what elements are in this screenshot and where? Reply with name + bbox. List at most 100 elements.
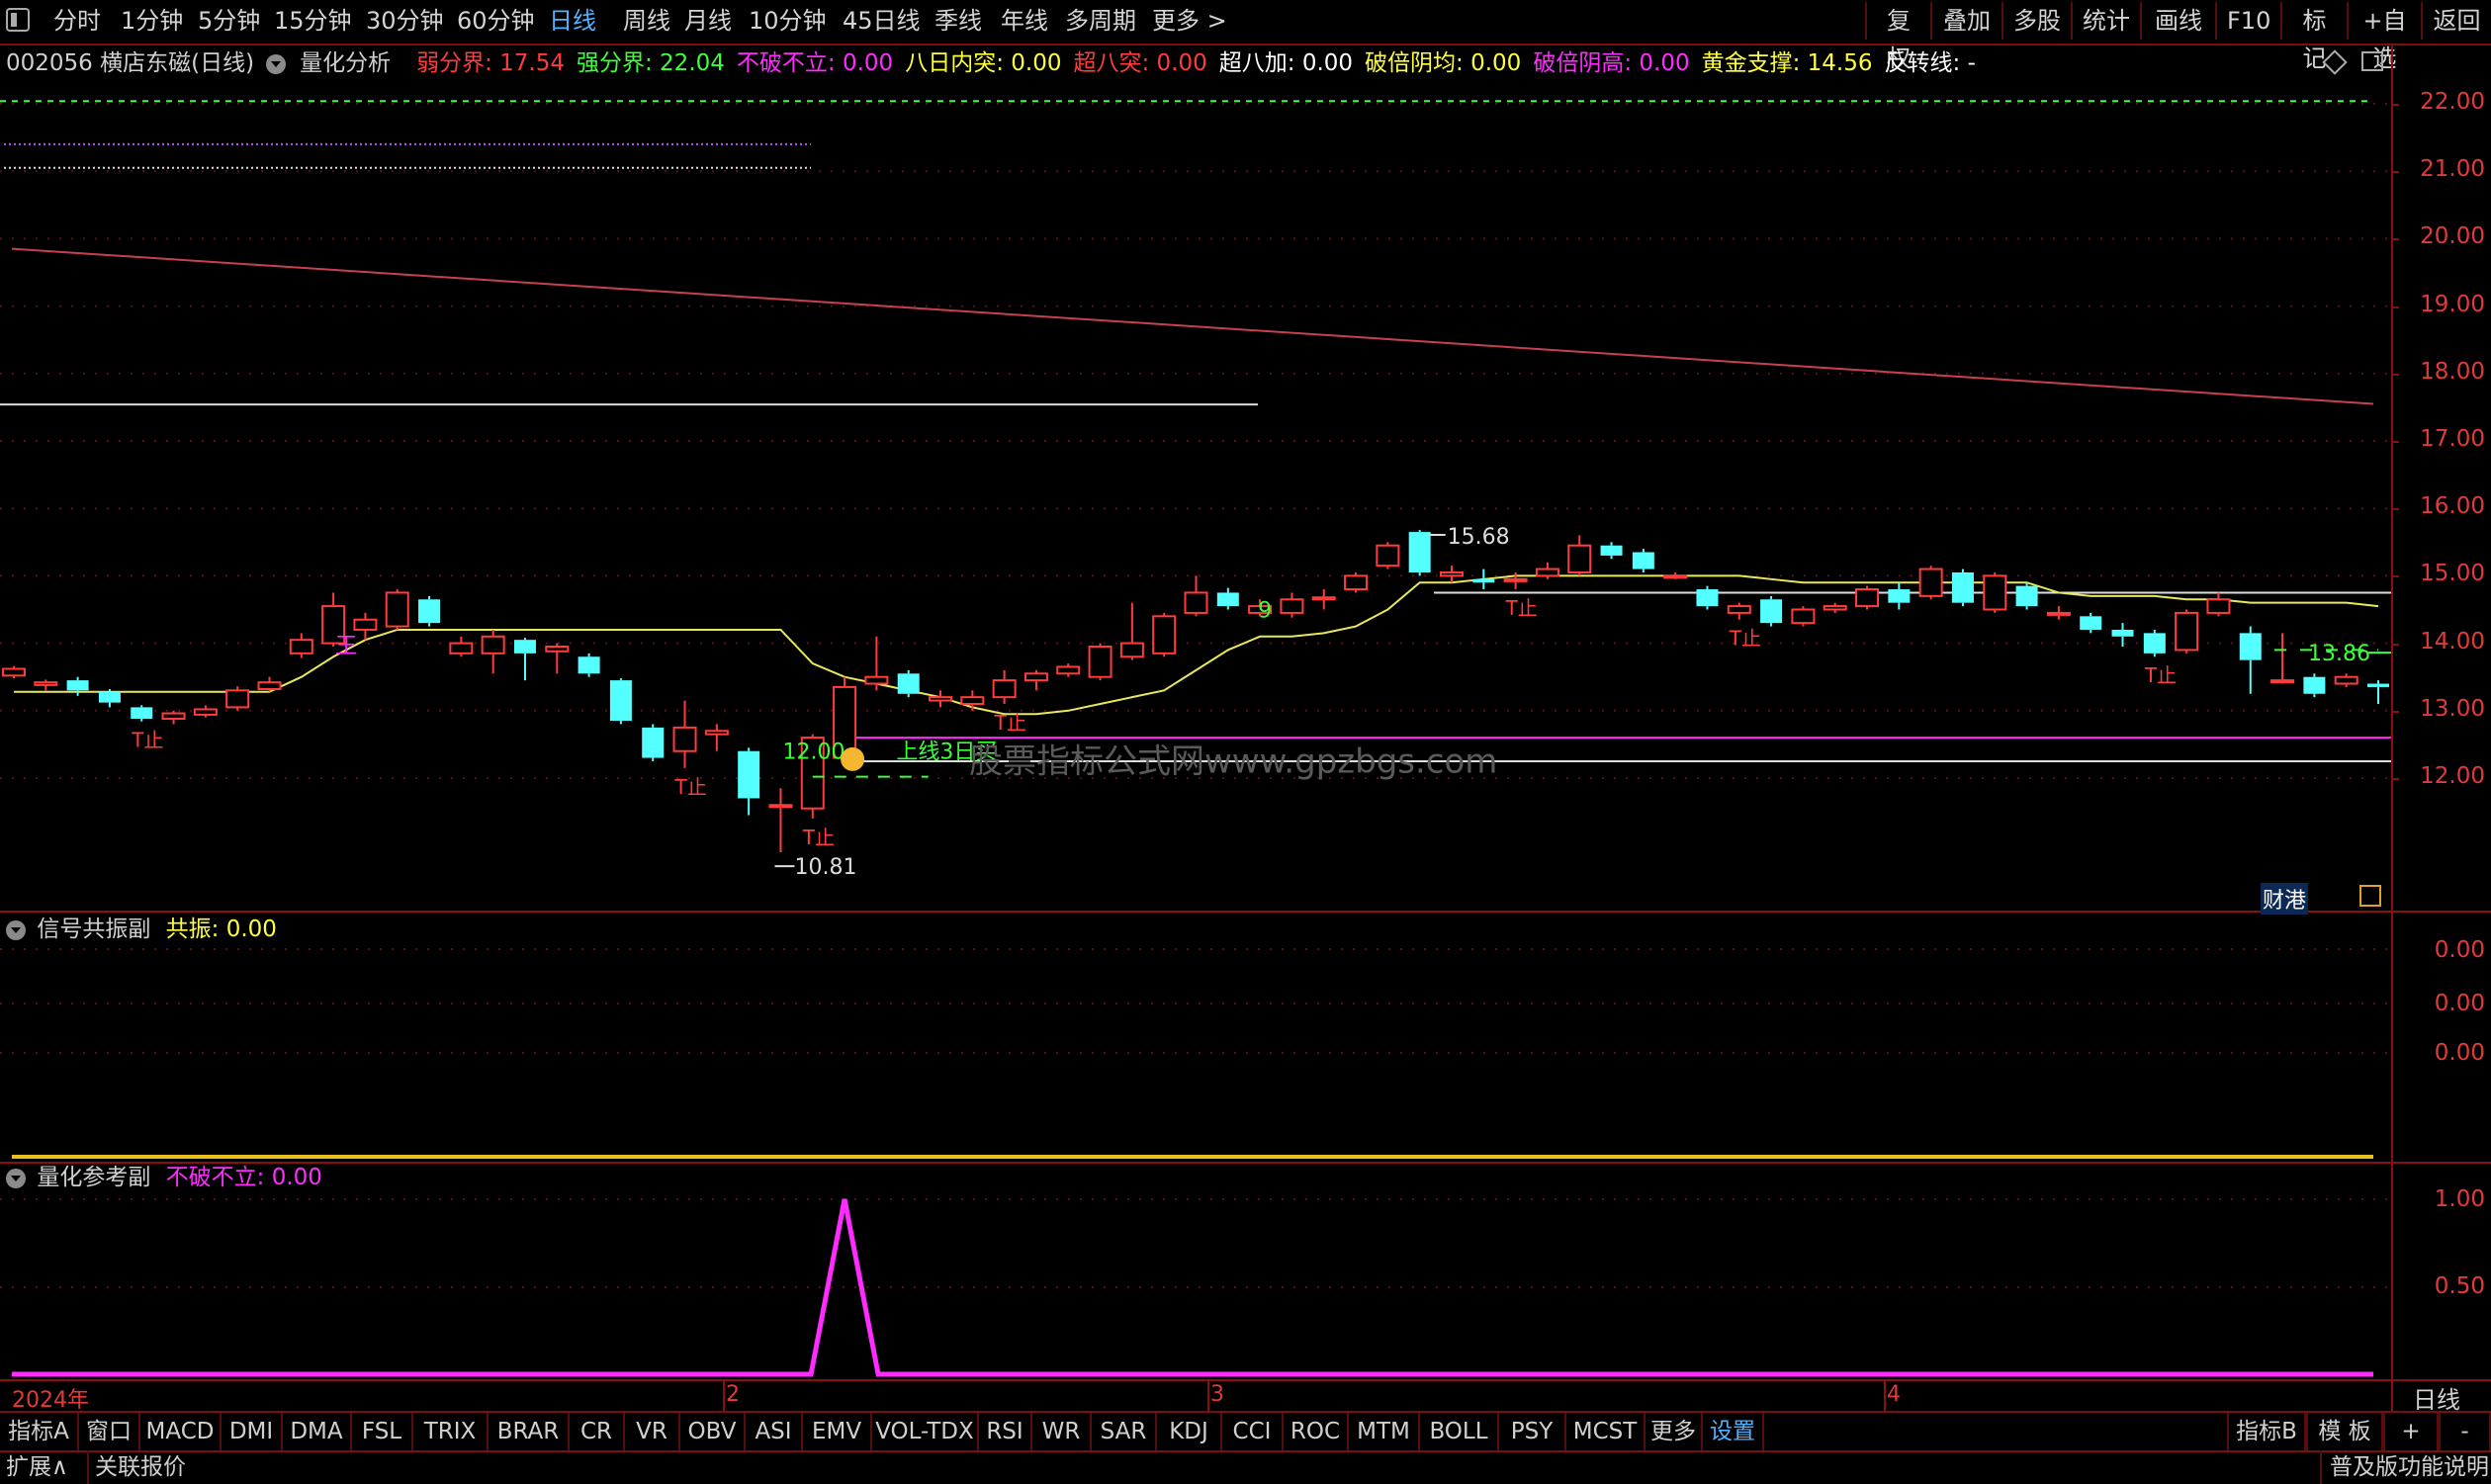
candle	[1311, 589, 1336, 610]
indicator-right-btn-2[interactable]: +	[2383, 1413, 2439, 1450]
candle	[2, 665, 26, 679]
candle-body	[1472, 578, 1495, 583]
indicator-tab-14[interactable]: RSI	[979, 1413, 1032, 1450]
candle-body	[449, 642, 474, 655]
candle-body	[1535, 567, 1559, 577]
candle	[1951, 568, 1974, 607]
candle-body	[2175, 611, 2199, 652]
sub2-name[interactable]: 量化参考副	[37, 1165, 150, 1190]
candle	[1472, 568, 1495, 590]
candle-body	[1823, 605, 1847, 611]
indicator-tab-9[interactable]: VR	[625, 1413, 680, 1450]
indicator-tab-2[interactable]: MACD	[140, 1413, 222, 1450]
candle-body	[1983, 574, 2007, 611]
indicator-tab-10[interactable]: OBV	[680, 1413, 746, 1450]
candle	[2239, 626, 2262, 694]
indicator-tab-13[interactable]: VOL-TDX	[872, 1413, 979, 1450]
y-tick-label: 19.00	[2420, 291, 2485, 317]
caigang-badge[interactable]: 财港	[2261, 883, 2309, 915]
indicator-tab-0[interactable]: 指标A	[0, 1413, 79, 1450]
candle-body	[738, 750, 760, 799]
indicator-right-btn-3[interactable]: -	[2439, 1413, 2491, 1450]
candle	[2111, 623, 2134, 648]
indicator-tab-22[interactable]: PSY	[1499, 1413, 1566, 1450]
indicator-right-btn-0[interactable]: 指标B	[2227, 1413, 2306, 1450]
indicator-tab-19[interactable]: ROC	[1284, 1413, 1349, 1450]
sub1-field-value: 0.00	[225, 917, 277, 942]
indicator-tab-15[interactable]: WR	[1032, 1413, 1092, 1450]
candle-body	[1855, 588, 1880, 608]
candle	[1760, 595, 1783, 627]
indicator-tab-18[interactable]: CCI	[1222, 1413, 1284, 1450]
indicator-tab-4[interactable]: DMA	[283, 1413, 352, 1450]
help-button[interactable]: 普及版功能说明	[2320, 1450, 2489, 1484]
indicator-tab-8[interactable]: CR	[570, 1413, 625, 1450]
candle	[1600, 542, 1623, 560]
indicator-tab-1[interactable]: 窗口	[79, 1413, 140, 1450]
right-price-label: 13.86	[2308, 642, 2370, 666]
indicator-tab-21[interactable]: BOLL	[1420, 1413, 1499, 1450]
candle	[1023, 669, 1048, 691]
candle	[1184, 575, 1208, 617]
indicator-tab-7[interactable]: BRAR	[489, 1413, 570, 1450]
indicator-tab-11[interactable]: ASI	[746, 1413, 803, 1450]
candle-body	[1216, 592, 1239, 607]
indicator-tab-12[interactable]: EMV	[803, 1413, 872, 1450]
indicator-tab-5[interactable]: FSL	[352, 1413, 413, 1450]
indicator-tab-20[interactable]: MTM	[1349, 1413, 1420, 1450]
candle-body	[1791, 608, 1816, 625]
y-tick-label: 21.00	[2420, 156, 2485, 183]
candle	[385, 589, 409, 630]
candle	[1344, 571, 1369, 593]
candle	[2015, 582, 2038, 610]
low-price-label: 10.81	[794, 855, 856, 880]
indicator-tab-16[interactable]: SAR	[1092, 1413, 1157, 1450]
period-label[interactable]: 日线	[2413, 1380, 2460, 1415]
candle	[161, 710, 186, 725]
indicator-right-btn-1[interactable]: 模 板	[2306, 1413, 2383, 1450]
candle	[704, 724, 729, 751]
candle	[1535, 562, 1559, 579]
indicator-tab-23[interactable]: MCST	[1566, 1413, 1646, 1450]
candle	[1696, 585, 1719, 610]
candle-body	[418, 599, 441, 624]
candle-body	[1344, 574, 1369, 591]
indicator-tab-3[interactable]: DMI	[222, 1413, 283, 1450]
candle-body	[34, 681, 58, 686]
stop-signal-label: T止	[1505, 596, 1538, 620]
candle-body	[2046, 611, 2071, 616]
collapse-icon[interactable]	[6, 919, 26, 940]
restore-icon[interactable]	[2359, 885, 2381, 907]
indicator-tab-25[interactable]: 设置	[1703, 1413, 1764, 1450]
candle-body	[672, 726, 697, 752]
candle-body	[481, 635, 505, 655]
candle-body	[1727, 605, 1751, 614]
buy-value-label: 12.00	[782, 741, 845, 765]
candle-body	[1951, 571, 1974, 603]
candle-body	[897, 673, 920, 694]
y-tick-label: 15.00	[2420, 561, 2485, 587]
sub1-name[interactable]: 信号共振副	[37, 917, 150, 942]
candle-body	[2303, 676, 2326, 694]
kline-chart[interactable]: 15.6810.8113.8612.00 上线3日买9王T止T止T止T止T止T止T…	[0, 0, 2491, 1484]
candle-body	[1311, 596, 1336, 601]
related-quote-button[interactable]: 关联报价	[87, 1450, 186, 1484]
candle-body	[1663, 574, 1688, 579]
candle	[481, 629, 505, 674]
collapse-icon[interactable]	[6, 1168, 26, 1188]
indicator-tab-24[interactable]: 更多	[1646, 1413, 1703, 1450]
y-tick-label: 18.00	[2420, 358, 2485, 385]
candle	[1983, 571, 2007, 613]
candle-body	[1503, 577, 1528, 582]
indicator-bar: 指标A 窗口 MACD DMI DMA FSL TRIX BRAR CR VR OBV ASI EMV V…	[0, 1411, 2491, 1452]
indicator-tab-6[interactable]: TRIX	[413, 1413, 489, 1450]
candle	[1376, 542, 1400, 569]
candle	[131, 705, 153, 722]
candle-body	[2334, 675, 2358, 685]
candle-body	[2, 667, 26, 677]
candle	[353, 612, 378, 641]
expand-button[interactable]: 扩展∧	[6, 1450, 68, 1484]
indicator-tab-17[interactable]: KDJ	[1157, 1413, 1222, 1450]
stop-signal-label: T止	[2144, 663, 2177, 687]
date-month-3: 3	[1210, 1382, 1224, 1407]
